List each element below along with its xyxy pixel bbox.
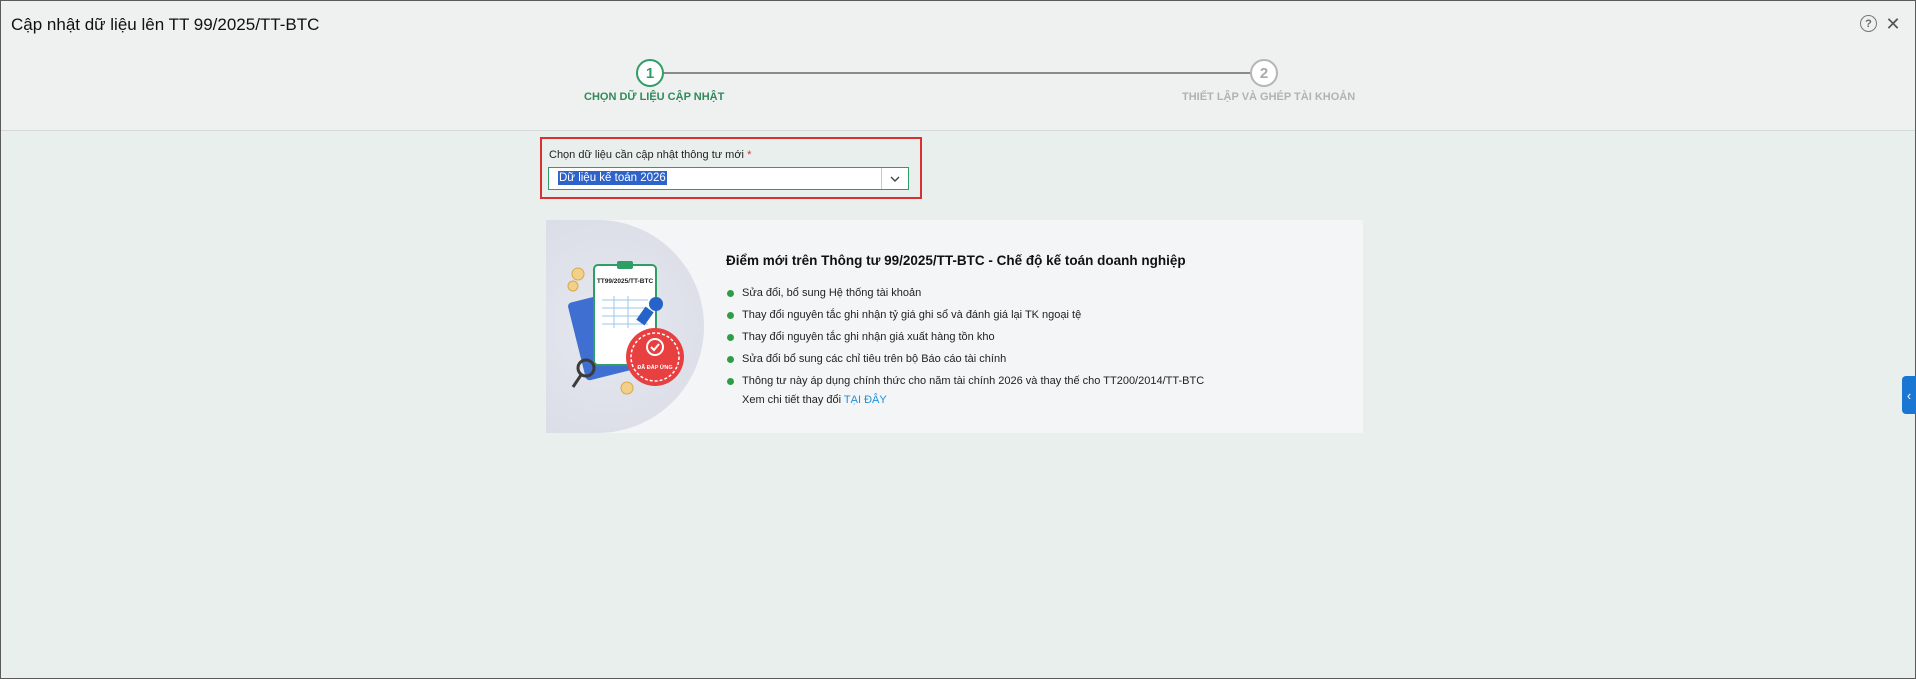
stepper-line <box>661 72 1261 74</box>
info-bullet: Thông tư này áp dụng chính thức cho năm … <box>726 370 1204 392</box>
data-select-value[interactable]: Dữ liệu kế toán 2026 <box>558 171 667 185</box>
info-bullet: Thay đổi nguyên tắc ghi nhận giá xuất hà… <box>726 326 1204 348</box>
info-bullet: Thay đổi nguyên tắc ghi nhận tỷ giá ghi … <box>726 304 1204 326</box>
see-details-link[interactable]: TẠI ĐÂY <box>844 394 887 406</box>
doc-heading-text: TT99/2025/TT-BTC <box>597 278 654 285</box>
step-2-indicator: 2 <box>1250 59 1278 87</box>
step-1-indicator: 1 <box>636 59 664 87</box>
step-1-label: CHỌN DỮ LIỆU CẬP NHẬT <box>584 91 725 103</box>
dialog-title: Cập nhật dữ liệu lên TT 99/2025/TT-BTC <box>11 15 320 34</box>
help-icon[interactable]: ? <box>1860 15 1877 32</box>
data-select-group: Chọn dữ liệu cần cập nhật thông tư mới *… <box>540 137 922 199</box>
see-details-label: Xem chi tiết thay đổi <box>742 394 842 406</box>
side-panel-toggle[interactable]: ‹ <box>1902 376 1916 414</box>
close-icon[interactable]: ✕ <box>1884 14 1902 34</box>
see-details-text: Xem chi tiết thay đổi TẠI ĐÂY <box>742 394 887 406</box>
info-title: Điểm mới trên Thông tư 99/2025/TT-BTC - … <box>726 253 1186 268</box>
info-card: TT99/2025/TT-BTC ĐÃ ĐÁP ỨNG Điểm mới trê… <box>546 220 1363 433</box>
data-select-label-text: Chọn dữ liệu cần cập nhật thông tư mới <box>549 149 744 161</box>
step-2-label: THIẾT LẬP VÀ GHÉP TÀI KHOẢN <box>1182 91 1356 103</box>
stamp-text: ĐÃ ĐÁP ỨNG <box>637 364 672 371</box>
data-select-combobox[interactable]: Dữ liệu kế toán 2026 <box>548 167 909 190</box>
chevron-down-icon[interactable] <box>881 168 908 189</box>
document-approved-illustration: TT99/2025/TT-BTC ĐÃ ĐÁP ỨNG <box>567 261 684 395</box>
chevron-left-icon: ‹ <box>1906 387 1912 403</box>
data-select-label: Chọn dữ liệu cần cập nhật thông tư mới * <box>549 149 751 161</box>
info-bullet-list: Sửa đổi, bổ sung Hệ thống tài khoản Thay… <box>726 282 1204 392</box>
info-bullet: Sửa đổi bổ sung các chỉ tiêu trên bộ Báo… <box>726 348 1204 370</box>
info-bullet: Sửa đổi, bổ sung Hệ thống tài khoản <box>726 282 1204 304</box>
required-mark: * <box>747 149 752 161</box>
dialog-header: Cập nhật dữ liệu lên TT 99/2025/TT-BTC ?… <box>1 1 1915 131</box>
